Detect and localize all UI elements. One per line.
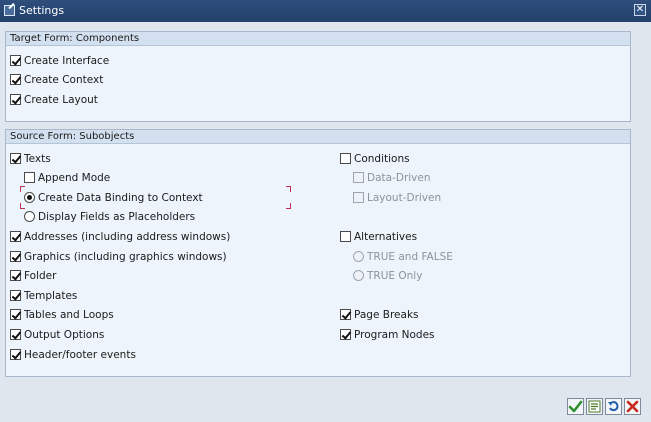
graphics-label: Graphics (including graphics windows) xyxy=(24,251,227,263)
page-breaks-label: Page Breaks xyxy=(354,309,419,321)
focus-corner-icon xyxy=(286,203,291,209)
continue-button[interactable] xyxy=(567,398,584,415)
checkbox-icon[interactable] xyxy=(10,349,21,360)
checkbox-icon[interactable] xyxy=(10,153,21,164)
undo-icon xyxy=(608,401,619,412)
data-driven-label: Data-Driven xyxy=(367,172,431,184)
checkbox-icon[interactable] xyxy=(340,329,351,340)
focus-corner-icon xyxy=(20,186,25,192)
target-form-title: Target Form: Components xyxy=(6,32,630,46)
conditions-label: Conditions xyxy=(354,153,410,165)
checkbox-icon[interactable] xyxy=(10,55,21,66)
true-only-label: TRUE Only xyxy=(367,270,423,282)
checkbox-icon[interactable] xyxy=(10,270,21,281)
checkmark-icon xyxy=(568,400,583,413)
source-form-group: Source Form: Subobjects Texts Append Mod… xyxy=(5,129,631,377)
templates-label: Templates xyxy=(24,290,78,302)
create-interface-label: Create Interface xyxy=(24,55,110,67)
focus-corner-icon xyxy=(286,186,291,192)
focus-corner-icon xyxy=(20,203,25,209)
select-all-icon xyxy=(588,400,601,413)
cancel-icon xyxy=(626,400,639,413)
true-and-false-label: TRUE and FALSE xyxy=(367,251,453,263)
alternatives-label: Alternatives xyxy=(354,231,418,243)
radio-icon[interactable] xyxy=(24,211,35,222)
addresses-label: Addresses (including address windows) xyxy=(24,231,231,243)
checkbox-icon xyxy=(353,172,364,183)
source-form-title: Source Form: Subobjects xyxy=(6,130,630,144)
checkbox-icon[interactable] xyxy=(340,231,351,242)
checkbox-icon[interactable] xyxy=(340,309,351,320)
dialog-button-bar xyxy=(0,392,651,422)
cancel-button[interactable] xyxy=(624,398,641,415)
append-mode-label: Append Mode xyxy=(38,172,111,184)
reset-button[interactable] xyxy=(605,398,622,415)
radio-icon[interactable] xyxy=(24,192,35,203)
folder-label: Folder xyxy=(24,270,57,282)
checkbox-icon[interactable] xyxy=(10,94,21,105)
checkbox-icon[interactable] xyxy=(340,153,351,164)
create-layout-label: Create Layout xyxy=(24,94,98,106)
radio-icon xyxy=(353,270,364,281)
checkbox-icon[interactable] xyxy=(10,74,21,85)
texts-label: Texts xyxy=(24,153,51,165)
checkbox-icon[interactable] xyxy=(10,290,21,301)
layout-driven-label: Layout-Driven xyxy=(367,192,442,204)
output-options-label: Output Options xyxy=(24,329,105,341)
radio-icon xyxy=(353,251,364,262)
tables-and-loops-label: Tables and Loops xyxy=(24,309,114,321)
display-fields-label: Display Fields as Placeholders xyxy=(38,211,196,223)
settings-window-icon xyxy=(4,5,15,16)
create-context-label: Create Context xyxy=(24,74,104,86)
select-all-button[interactable] xyxy=(586,398,603,415)
header-footer-events-label: Header/footer events xyxy=(24,349,136,361)
checkbox-icon[interactable] xyxy=(10,329,21,340)
checkbox-icon[interactable] xyxy=(24,172,35,183)
window-title: Settings xyxy=(19,4,65,17)
target-form-group: Target Form: Components Create Interface… xyxy=(5,31,631,122)
checkbox-icon[interactable] xyxy=(10,251,21,262)
close-button[interactable]: ✕ xyxy=(634,4,646,16)
title-bar: Settings ✕ xyxy=(0,0,651,22)
checkbox-icon[interactable] xyxy=(10,231,21,242)
program-nodes-label: Program Nodes xyxy=(354,329,435,341)
checkbox-icon xyxy=(353,192,364,203)
checkbox-icon[interactable] xyxy=(10,309,21,320)
create-data-binding-label: Create Data Binding to Context xyxy=(38,192,203,204)
